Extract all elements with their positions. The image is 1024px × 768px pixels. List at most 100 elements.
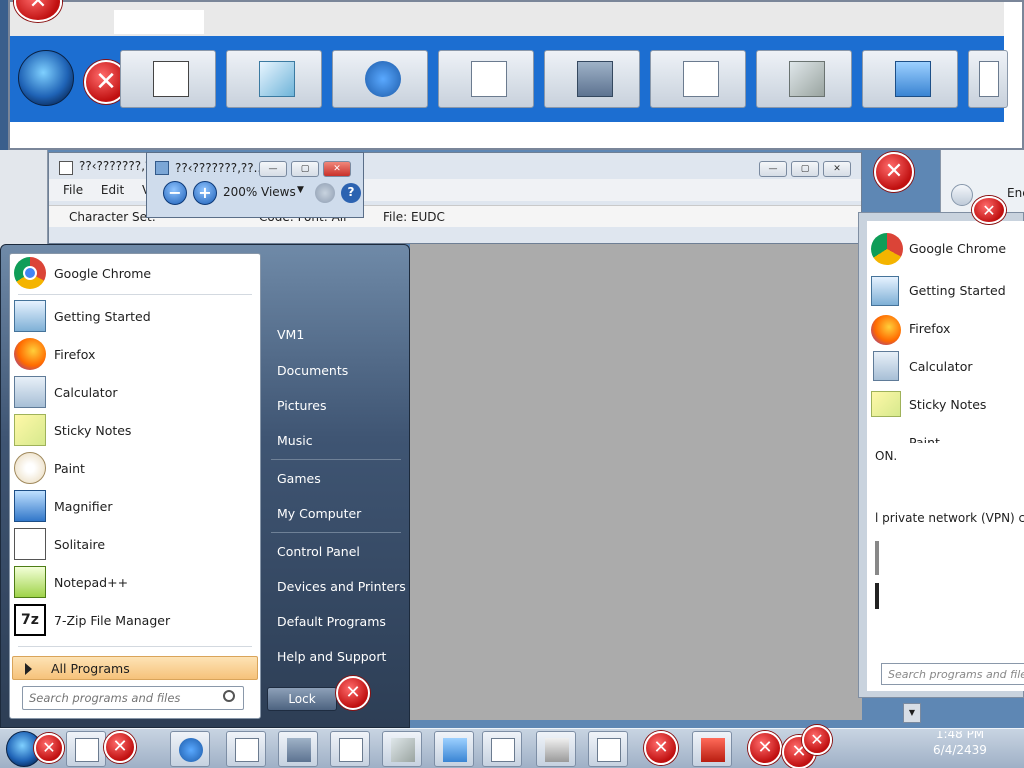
strip-button-doc3[interactable] [968,50,1008,108]
minimize-button[interactable]: — [759,161,787,177]
program-item-sticky-notes[interactable]: Sticky Notes [12,413,258,447]
error-close-icon[interactable]: ✕ [802,725,832,755]
keyboard-monitor-icon [895,61,931,97]
strip-button-images[interactable] [756,50,852,108]
error-close-icon[interactable]: ✕ [644,731,678,765]
strip-button-doc2[interactable] [650,50,746,108]
taskbar-button-doc1[interactable] [226,731,266,767]
program-item-7zip[interactable]: 7z 7-Zip File Manager [12,603,258,637]
lock-button[interactable]: Lock [267,687,337,711]
link-pictures[interactable]: Pictures [277,398,327,413]
secondary-program-paint[interactable]: Paint [909,435,940,443]
strip-button-network[interactable] [332,50,428,108]
zoom-level: 200% [223,185,258,199]
error-close-icon[interactable]: ✕ [34,733,64,763]
link-documents[interactable]: Documents [277,363,348,378]
taskbar-button-doc3[interactable] [482,731,522,767]
top-strip-window: ✕ [8,0,1024,150]
system-clock[interactable]: 1:48 PM 6/4/2439 [910,731,1010,757]
menu-edit[interactable]: Edit [101,179,124,201]
secondary-program-getting-started[interactable]: Getting Started [909,283,1006,298]
strip-button-keyboard[interactable] [862,50,958,108]
link-games[interactable]: Games [277,471,321,486]
start-search-box[interactable] [22,686,244,710]
program-item-chrome[interactable]: Google Chrome [12,256,258,290]
program-item-firefox[interactable]: Firefox [12,337,258,371]
secondary-search-placeholder: Search programs and files [888,668,1024,681]
paint-icon [14,452,46,484]
program-label: Notepad++ [54,574,129,590]
secondary-program-sticky-notes[interactable]: Sticky Notes [909,397,986,412]
all-programs-button[interactable]: All Programs [12,656,258,680]
file-label: File: EUDC [383,210,445,224]
program-item-paint[interactable]: Paint [12,451,258,485]
error-close-icon[interactable]: ✕ [972,196,1006,224]
zoom-in-button[interactable]: + [193,181,217,205]
taskbar-button-toolbox[interactable] [278,731,318,767]
menu-file[interactable]: File [63,179,83,201]
secondary-program-chrome[interactable]: Google Chrome [909,241,1006,256]
mag-close-button[interactable]: ✕ [323,161,351,177]
taskbar-button-images[interactable] [382,731,422,767]
search-input[interactable] [29,688,219,708]
zoom-out-button[interactable]: − [163,181,187,205]
network-icon [179,738,203,762]
windows-orb-icon[interactable] [18,50,74,106]
program-label: Solitaire [54,536,106,552]
strip-button-doc1[interactable] [438,50,534,108]
strip-button-toolbox[interactable] [544,50,640,108]
link-control-panel[interactable]: Control Panel [277,544,360,559]
program-item-solitaire[interactable]: Solitaire [12,527,258,561]
link-help-support[interactable]: Help and Support [277,649,386,664]
image-folder-icon [789,61,825,97]
all-programs-label: All Programs [51,661,130,676]
program-label: Magnifier [54,498,113,514]
divider [271,532,401,533]
link-default-programs[interactable]: Default Programs [277,614,386,629]
taskbar-button-printer[interactable] [536,731,576,767]
gray-window-body [410,244,862,720]
taskbar-button-doc4[interactable] [588,731,628,767]
taskbar-button-red-toolbox[interactable] [692,731,732,767]
secondary-program-calculator[interactable]: Calculator [909,359,972,374]
mag-minimize-button[interactable]: — [259,161,287,177]
error-close-icon[interactable]: ✕ [874,152,914,192]
toolbox-icon [287,738,311,762]
error-close-icon[interactable]: ✕ [336,676,370,710]
help-icon[interactable]: ? [341,183,361,203]
link-music[interactable]: Music [277,433,313,448]
search-icon[interactable] [223,690,235,702]
program-item-calculator[interactable]: Calculator [12,375,258,409]
close-button[interactable]: ✕ [823,161,851,177]
link-my-computer[interactable]: My Computer [277,506,361,521]
maximize-button[interactable]: ▢ [791,161,819,177]
program-item-getting-started[interactable]: Getting Started [12,299,258,333]
error-close-icon[interactable]: ✕ [748,731,782,765]
taskbar-button-doc2[interactable] [330,731,370,767]
secondary-program-firefox[interactable]: Firefox [909,321,950,336]
program-item-magnifier[interactable]: Magnifier [12,489,258,523]
calculator-icon [14,376,46,408]
clock-date: 6/4/2439 [933,743,987,757]
error-close-icon[interactable]: ✕ [104,731,136,763]
gear-icon[interactable] [315,183,335,203]
link-vm1[interactable]: VM1 [277,327,304,342]
scroll-down-button[interactable]: ▼ [903,703,921,723]
program-item-notepadpp[interactable]: Notepad++ [12,565,258,599]
document-chart-icon [471,61,507,97]
views-dropdown[interactable]: Views [261,185,296,199]
keyboard-monitor-icon [443,738,467,762]
taskbar-button-network[interactable] [170,731,210,767]
divider [18,646,252,647]
link-devices-printers[interactable]: Devices and Printers [277,579,406,594]
dialog-fragment-text: ON. [875,449,898,463]
taskbar-button-presentation[interactable] [66,731,106,767]
back-arrow-icon[interactable] [951,184,973,206]
secondary-search-box[interactable]: Search programs and files [881,663,1024,685]
mag-maximize-button[interactable]: ▢ [291,161,319,177]
strip-button-notepad[interactable] [226,50,322,108]
fragment-control [875,541,879,575]
taskbar-button-keyboard[interactable] [434,731,474,767]
document-chart-icon [235,738,259,762]
strip-button-presentation[interactable] [120,50,216,108]
